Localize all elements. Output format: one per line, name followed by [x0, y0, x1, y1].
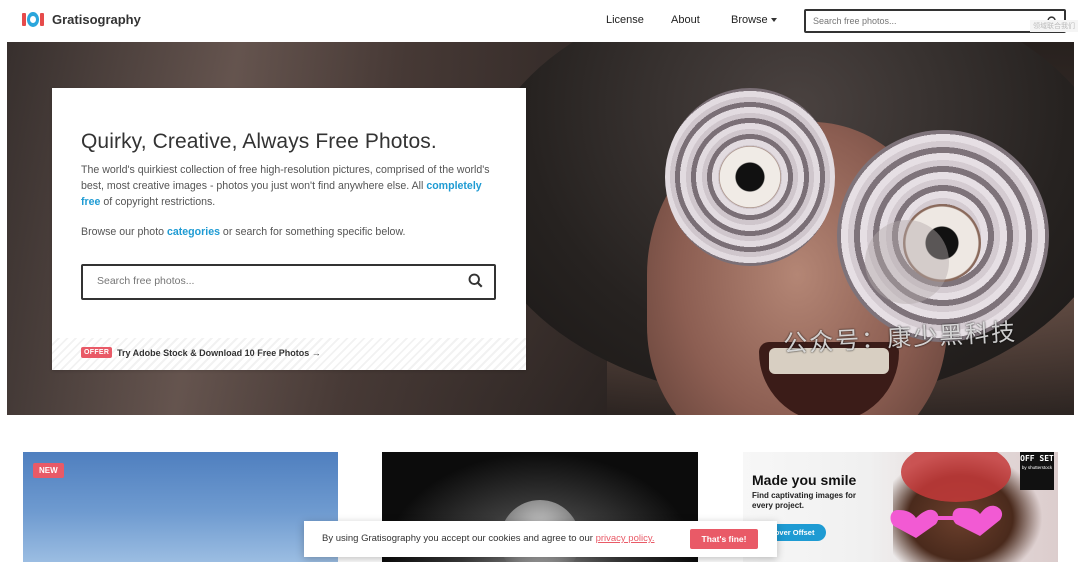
- privacy-policy-link[interactable]: privacy policy.: [596, 533, 655, 544]
- offset-logo: OFF SET by shutterstock: [1020, 452, 1054, 490]
- hero-search-input[interactable]: [97, 275, 437, 287]
- cookie-banner: By using Gratisography you accept our co…: [304, 521, 777, 557]
- nav-browse-label: Browse: [731, 14, 768, 26]
- nav-browse-dropdown[interactable]: Browse: [731, 14, 777, 26]
- camera-logo-icon: [22, 11, 44, 28]
- hero-card: Quirky, Creative, Always Free Photos. Th…: [52, 88, 526, 370]
- site-logo[interactable]: Gratisography: [22, 11, 141, 28]
- chevron-down-icon: [770, 18, 777, 23]
- search-icon[interactable]: [468, 273, 483, 293]
- site-header: Gratisography License About Browse 领域联合我…: [0, 0, 1080, 42]
- nav-license-link[interactable]: License: [606, 14, 644, 26]
- photo-tile-sky[interactable]: NEW: [23, 452, 338, 562]
- overlay-tag: 领域联合我们: [1030, 20, 1078, 32]
- header-search-box: 领域联合我们: [804, 9, 1078, 33]
- hero-description: The world's quirkiest collection of free…: [81, 164, 490, 208]
- browse-prompt: Browse our photo categories or search fo…: [81, 226, 406, 238]
- watermark-seal: [865, 220, 949, 304]
- cookie-message: By using Gratisography you accept our co…: [322, 533, 655, 544]
- header-search-input[interactable]: [813, 16, 1033, 26]
- categories-link[interactable]: categories: [167, 226, 220, 238]
- heart-glasses-graphic: [890, 505, 1003, 538]
- ad-title: Made you smile: [752, 472, 857, 488]
- new-badge: NEW: [33, 463, 64, 478]
- adobe-stock-offer-link[interactable]: Try Adobe Stock & Download 10 Free Photo…: [117, 348, 321, 358]
- hero-search-box: [81, 264, 496, 300]
- ad-subtitle: Find captivating images for every projec…: [752, 491, 857, 510]
- hero-title: Quirky, Creative, Always Free Photos.: [81, 130, 437, 153]
- offset-ad-tile[interactable]: Made you smile Find captivating images f…: [743, 452, 1058, 562]
- offer-badge: OFFER: [81, 347, 113, 358]
- brand-name: Gratisography: [52, 12, 141, 27]
- nav-about-link[interactable]: About: [671, 14, 700, 26]
- accept-cookies-button[interactable]: That's fine!: [690, 529, 758, 549]
